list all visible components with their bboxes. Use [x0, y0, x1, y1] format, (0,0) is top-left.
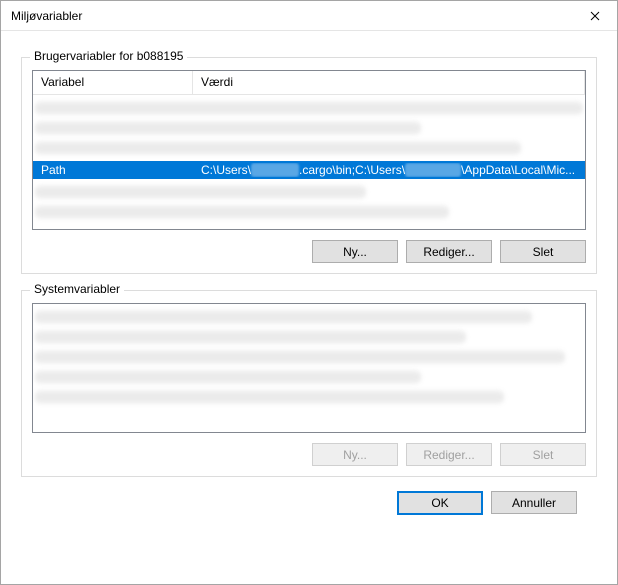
- env-vars-dialog: Miljøvariabler Brugervariabler for b0881…: [0, 0, 618, 585]
- system-variables-group: Systemvariabler Ny... Rediger... Slet: [21, 290, 597, 477]
- column-value[interactable]: Værdi: [193, 71, 585, 94]
- list-body[interactable]: Path C:\Users\ .cargo\bin;C:\Users\ \App…: [33, 95, 585, 229]
- system-buttons: Ny... Rediger... Slet: [32, 443, 586, 466]
- dialog-footer: OK Annuller: [21, 477, 597, 515]
- redacted-row: [35, 121, 421, 135]
- user-edit-button[interactable]: Rediger...: [406, 240, 492, 263]
- user-group-label: Brugervariabler for b088195: [30, 49, 187, 63]
- window-title: Miljøvariabler: [11, 9, 572, 23]
- redacted-row: [35, 370, 421, 384]
- list-row-path[interactable]: Path C:\Users\ .cargo\bin;C:\Users\ \App…: [33, 161, 585, 179]
- user-delete-button[interactable]: Slet: [500, 240, 586, 263]
- redacted-row: [35, 310, 532, 324]
- system-group-label: Systemvariabler: [30, 282, 124, 296]
- system-delete-button: Slet: [500, 443, 586, 466]
- ok-button[interactable]: OK: [397, 491, 483, 515]
- titlebar: Miljøvariabler: [1, 1, 617, 31]
- content-area: Brugervariabler for b088195 Variabel Vær…: [1, 31, 617, 584]
- redacted-row: [35, 390, 504, 404]
- cell-variable: Path: [33, 163, 193, 177]
- user-new-button[interactable]: Ny...: [312, 240, 398, 263]
- user-variables-group: Brugervariabler for b088195 Variabel Vær…: [21, 57, 597, 274]
- cell-value: C:\Users\ .cargo\bin;C:\Users\ \AppData\…: [193, 163, 585, 177]
- redacted-row: [35, 205, 449, 219]
- system-edit-button: Rediger...: [406, 443, 492, 466]
- list-body[interactable]: [33, 304, 585, 432]
- redacted-row: [35, 350, 565, 364]
- redacted-row: [35, 185, 366, 199]
- close-icon[interactable]: [572, 1, 617, 31]
- redacted-row: [35, 141, 521, 155]
- system-new-button: Ny...: [312, 443, 398, 466]
- user-buttons: Ny... Rediger... Slet: [32, 240, 586, 263]
- redacted-row: [35, 330, 466, 344]
- redacted-row: [35, 101, 583, 115]
- column-variable[interactable]: Variabel: [33, 71, 193, 94]
- list-header: Variabel Værdi: [33, 71, 585, 95]
- system-variables-list[interactable]: [32, 303, 586, 433]
- cancel-button[interactable]: Annuller: [491, 491, 577, 514]
- user-variables-list[interactable]: Variabel Værdi Path C:\Users\ .cargo\bin…: [32, 70, 586, 230]
